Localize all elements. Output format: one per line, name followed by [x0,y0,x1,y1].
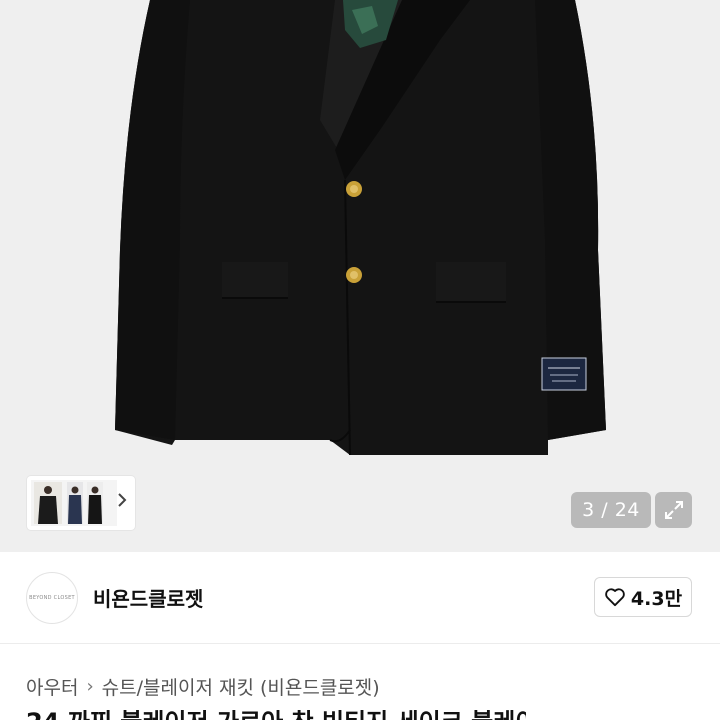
avatar-logo-text: BEYOND CLOSET [29,595,75,601]
breadcrumb-separator: › [86,676,94,697]
heart-icon [605,588,625,607]
product-title-cropped: 24 까찌 블레이저 가르아 찬 빈티지 세이크 블레이저 [26,710,526,720]
breadcrumb-item-subcategory[interactable]: 슈트/블레이저 재킷 (비욘드클로젯) [102,673,380,700]
seller-row[interactable]: BEYOND CLOSET 비욘드클로젯 4.3만 [0,552,720,644]
thumbnail-images[interactable] [31,480,117,526]
thumbnail-strip[interactable] [27,476,135,530]
image-counter: 3 / 24 [571,492,651,528]
seller-avatar[interactable]: BEYOND CLOSET [26,572,78,624]
breadcrumb-item-category[interactable]: 아우터 [26,673,78,700]
like-count: 4.3만 [630,587,683,610]
chevron-right-icon[interactable] [117,492,127,508]
product-title: 24 까찌 블레이저 가르아 찬 빈티지 세이크 블레이저 [26,710,526,720]
product-image-gallery[interactable]: 3 / 24 [0,0,720,552]
expand-button[interactable] [655,492,692,528]
like-button[interactable]: 4.3만 [594,577,692,617]
breadcrumb: 아우터 › 슈트/블레이저 재킷 (비욘드클로젯) [26,673,380,700]
product-photo-jacket [115,0,606,456]
expand-icon [664,501,683,519]
seller-name[interactable]: 비욘드클로젯 [93,583,203,612]
